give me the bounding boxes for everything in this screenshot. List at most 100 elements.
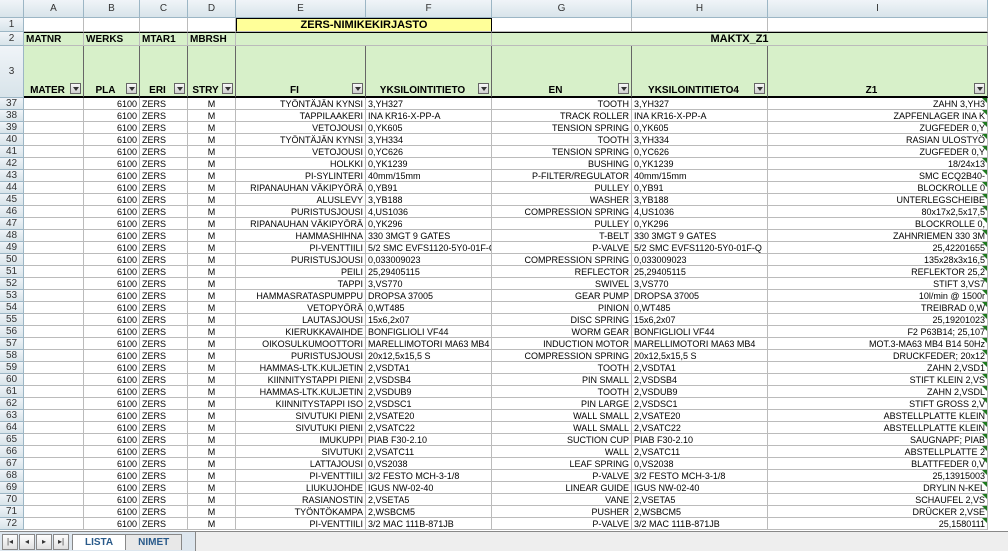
cell-a[interactable] [24, 482, 84, 494]
cell-g[interactable]: LEAF SPRING [492, 458, 632, 470]
cell-b[interactable]: 6100 [84, 446, 140, 458]
cell-g[interactable]: LINEAR GUIDE [492, 482, 632, 494]
cell-f[interactable]: 2,VSATC22 [366, 422, 492, 434]
cell-g[interactable]: P-VALVE [492, 518, 632, 530]
cell-e[interactable]: LATTAJOUSI [236, 458, 366, 470]
cell-a[interactable] [24, 218, 84, 230]
cell-a[interactable] [24, 134, 84, 146]
cell-i[interactable]: 25,19201023 [768, 314, 988, 326]
cell-f[interactable]: 2,VSATE20 [366, 410, 492, 422]
cell-d[interactable]: M [188, 206, 236, 218]
row-head-62[interactable]: 62 [0, 398, 24, 410]
cell-f[interactable]: 40mm/15mm [366, 170, 492, 182]
cell-a[interactable] [24, 230, 84, 242]
cell-d[interactable]: M [188, 158, 236, 170]
cell-d[interactable]: M [188, 170, 236, 182]
row-head-46[interactable]: 46 [0, 206, 24, 218]
cell-h[interactable]: 0,WT485 [632, 302, 768, 314]
cell-h[interactable]: 0,YK605 [632, 122, 768, 134]
cell-c[interactable]: ZERS [140, 302, 188, 314]
cell-f[interactable]: 3,YH334 [366, 134, 492, 146]
cell-b[interactable]: 6100 [84, 314, 140, 326]
row-head-70[interactable]: 70 [0, 494, 24, 506]
cell-g[interactable]: WALL SMALL [492, 410, 632, 422]
cell-h[interactable]: 2,VSDSB4 [632, 374, 768, 386]
cell-a[interactable] [24, 254, 84, 266]
cell-c[interactable]: ZERS [140, 182, 188, 194]
cell-d[interactable]: M [188, 470, 236, 482]
cell-h[interactable]: 2,VSDUB9 [632, 386, 768, 398]
cell-c[interactable]: ZERS [140, 98, 188, 110]
cell-i[interactable]: ABSTELLPLATTE KLEIN [768, 422, 988, 434]
filter-dropdown-icon[interactable] [618, 83, 629, 94]
cell-i[interactable]: 25,1580111 [768, 518, 988, 530]
cell-c[interactable]: ZERS [140, 110, 188, 122]
cell-c[interactable]: ZERS [140, 446, 188, 458]
cell-f[interactable]: 3/2 FESTO MCH-3-1/8 [366, 470, 492, 482]
cell-c[interactable]: ZERS [140, 266, 188, 278]
cell-d[interactable]: M [188, 290, 236, 302]
cell-g[interactable]: PUSHER [492, 506, 632, 518]
cell-e[interactable]: HAMMASRATASPUMPPU [236, 290, 366, 302]
cell-g[interactable]: VANE [492, 494, 632, 506]
cell-h[interactable]: 0,YC626 [632, 146, 768, 158]
cell-d[interactable]: M [188, 350, 236, 362]
cell-f[interactable]: 2,VSETA5 [366, 494, 492, 506]
cell-e[interactable]: KIERUKKAVAIHDE [236, 326, 366, 338]
cell-h[interactable]: 40mm/15mm [632, 170, 768, 182]
cell-h[interactable]: 0,YB91 [632, 182, 768, 194]
cell-a[interactable] [24, 242, 84, 254]
cell-g[interactable]: TENSION SPRING [492, 122, 632, 134]
cell-e[interactable]: RIPANAUHAN VÄKIPYÖRÄ [236, 182, 366, 194]
cell-c[interactable]: ZERS [140, 254, 188, 266]
cell-g[interactable]: PIN LARGE [492, 398, 632, 410]
row-head-47[interactable]: 47 [0, 218, 24, 230]
corner[interactable] [0, 0, 24, 18]
cell-a[interactable] [24, 422, 84, 434]
cell-e[interactable]: SIVUTUKI PIENI [236, 410, 366, 422]
cell-e[interactable]: VETOJOUSI [236, 146, 366, 158]
cell-g[interactable]: P-VALVE [492, 470, 632, 482]
cell-e[interactable]: VETOJOUSI [236, 122, 366, 134]
cell-g[interactable]: COMPRESSION SPRING [492, 350, 632, 362]
row-head-44[interactable]: 44 [0, 182, 24, 194]
cell-i[interactable]: ZAHN 2,VSD1 [768, 362, 988, 374]
cell-i[interactable]: MOT.3-MA63 MB4 B14 50Hz [768, 338, 988, 350]
cell-h[interactable]: 2,WSBCM5 [632, 506, 768, 518]
cell-a[interactable] [24, 158, 84, 170]
cell-c[interactable]: ZERS [140, 218, 188, 230]
cell-g[interactable]: PULLEY [492, 218, 632, 230]
cell-d[interactable]: M [188, 302, 236, 314]
row-head-59[interactable]: 59 [0, 362, 24, 374]
cell-d[interactable]: M [188, 194, 236, 206]
sheet-tab-lista[interactable]: LISTA [72, 534, 126, 550]
cell-b[interactable]: 6100 [84, 422, 140, 434]
cell-b[interactable]: 6100 [84, 218, 140, 230]
cell-i[interactable]: ZUGFEDER 0,Y [768, 146, 988, 158]
cell-b[interactable]: 6100 [84, 122, 140, 134]
cell-i[interactable]: STIFT KLEIN 2,VS [768, 374, 988, 386]
cell-d[interactable]: M [188, 482, 236, 494]
cell-a[interactable] [24, 302, 84, 314]
cell-f[interactable]: 3/2 MAC 111B-871JB [366, 518, 492, 530]
row-head-68[interactable]: 68 [0, 470, 24, 482]
filter-dropdown-icon[interactable] [174, 83, 185, 94]
cell-g[interactable]: P-VALVE [492, 242, 632, 254]
cell-d[interactable]: M [188, 362, 236, 374]
cell-c[interactable]: ZERS [140, 386, 188, 398]
cell-c[interactable]: ZERS [140, 410, 188, 422]
cell-d[interactable]: M [188, 134, 236, 146]
cell-f[interactable]: 0,YB91 [366, 182, 492, 194]
cell-c[interactable]: ZERS [140, 470, 188, 482]
row-head-42[interactable]: 42 [0, 158, 24, 170]
cell-b[interactable]: 6100 [84, 518, 140, 530]
cell-g[interactable]: WALL SMALL [492, 422, 632, 434]
cell-e[interactable]: PURISTUSJOUSI [236, 254, 366, 266]
row-head-65[interactable]: 65 [0, 434, 24, 446]
col-head-H[interactable]: H [632, 0, 768, 18]
cell-a[interactable] [24, 266, 84, 278]
row-head-2[interactable]: 2 [0, 32, 24, 46]
row-head-56[interactable]: 56 [0, 326, 24, 338]
cell-b[interactable]: 6100 [84, 386, 140, 398]
cell-h[interactable]: 2,VSDSC1 [632, 398, 768, 410]
